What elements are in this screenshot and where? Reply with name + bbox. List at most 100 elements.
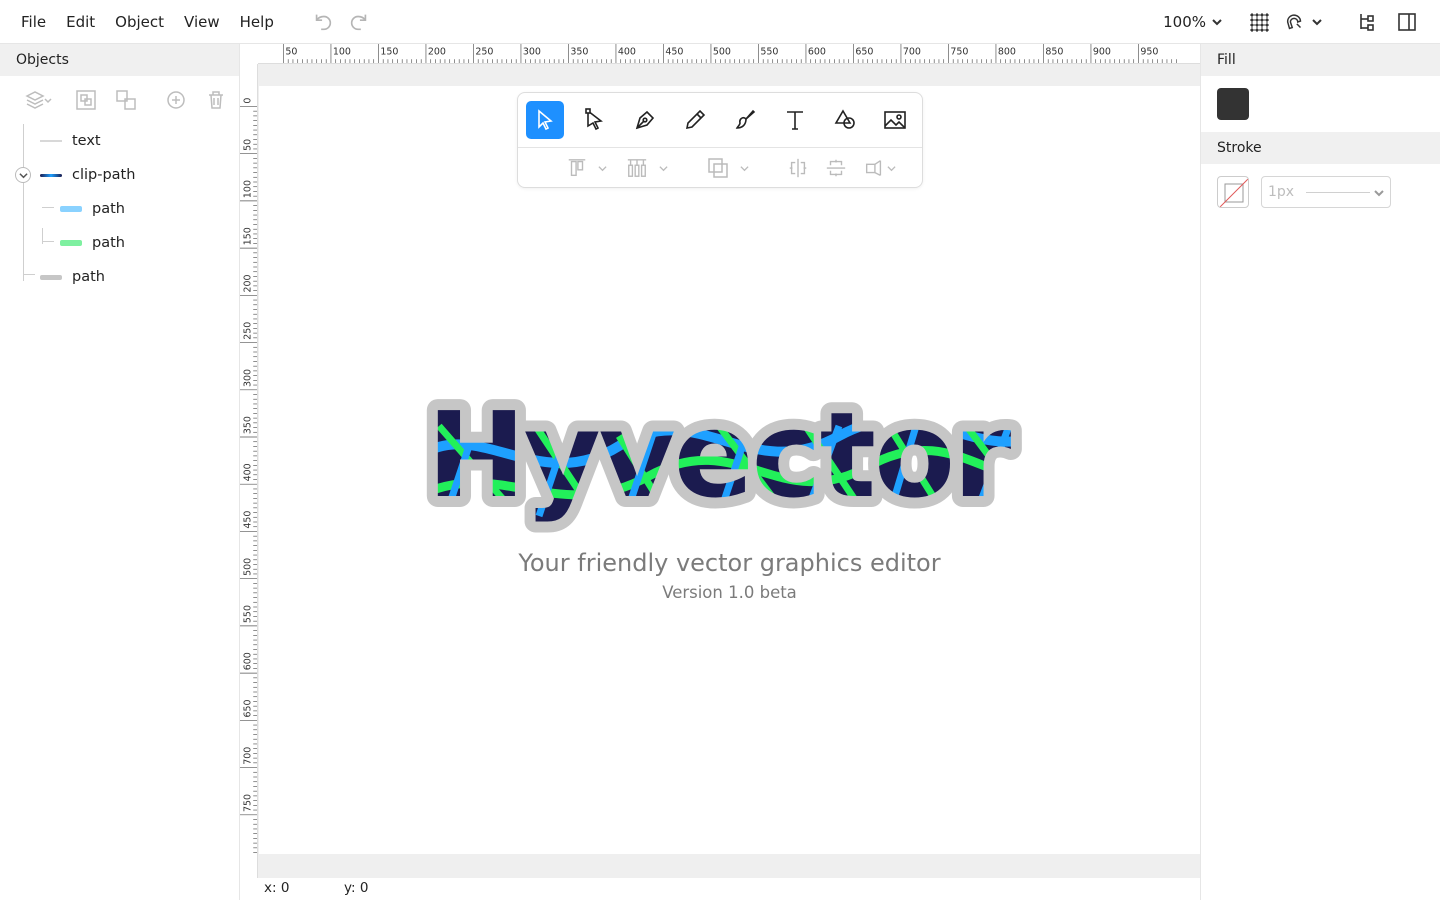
tree-item-path[interactable]: path	[60, 192, 125, 226]
chevron-down-icon[interactable]	[659, 164, 668, 173]
tree-item-path[interactable]: path	[40, 260, 105, 294]
ruler-label: 750	[242, 794, 253, 812]
status-bar: x: 0 y: 0	[240, 878, 1200, 900]
hyvector-logo[interactable]: Hyvector Hyvector	[419, 396, 1059, 536]
fill-color-swatch[interactable]	[1217, 88, 1249, 120]
objects-panel: Objects text clip-path path path path	[0, 44, 240, 900]
ruler-label: 800	[998, 46, 1016, 57]
floating-toolbar	[517, 92, 923, 188]
add-object-icon[interactable]	[164, 88, 188, 112]
transform-icon[interactable]	[863, 157, 885, 179]
pen-tool[interactable]	[626, 101, 664, 139]
ungroup-icon[interactable]	[114, 88, 138, 112]
trash-icon[interactable]	[204, 88, 228, 112]
image-tool[interactable]	[876, 101, 914, 139]
tree-item-text[interactable]: text	[40, 124, 101, 158]
align-top-icon[interactable]	[566, 157, 588, 179]
fill-header: Fill	[1201, 44, 1440, 76]
select-tool[interactable]	[526, 101, 564, 139]
tagline[interactable]: Your friendly vector graphics editor	[259, 549, 1200, 577]
vertical-ruler: 0 50 100 150 200 250 300 350 400 450 500 550 600 650 7…	[240, 64, 258, 878]
layers-icon[interactable]	[18, 88, 52, 112]
path-thumbnail	[40, 274, 62, 280]
chevron-down-icon[interactable]	[740, 164, 749, 173]
menu-help[interactable]: Help	[230, 13, 284, 31]
snap-magnet-icon[interactable]	[1284, 11, 1306, 33]
menu-object[interactable]: Object	[105, 13, 174, 31]
ruler-label: 950	[1140, 46, 1158, 57]
tree-guide-line	[23, 274, 35, 275]
ruler-label: 700	[903, 46, 921, 57]
ruler-label: 550	[760, 46, 778, 57]
tree-item-clip-path[interactable]: clip-path	[40, 158, 135, 192]
ruler-label: 550	[242, 605, 253, 623]
ruler-label: 650	[242, 699, 253, 717]
tree-item-label: text	[72, 133, 101, 149]
chevron-down-icon[interactable]	[1312, 17, 1322, 27]
chevron-down-icon	[1374, 190, 1384, 197]
brush-tool[interactable]	[726, 101, 764, 139]
ruler-label: 700	[242, 747, 253, 765]
ruler-label: 50	[285, 46, 297, 57]
tree-item-path[interactable]: path	[60, 226, 125, 260]
ruler-label: 450	[242, 511, 253, 529]
canvas-page[interactable]: Hyvector Hyvector Your friendly vector g…	[259, 86, 1200, 854]
ruler-label: 200	[428, 46, 446, 57]
drawing-tools	[518, 93, 922, 147]
ruler-label: 400	[618, 46, 636, 57]
tree-item-label: path	[72, 269, 105, 285]
stroke-header: Stroke	[1201, 132, 1440, 164]
path-thumbnail	[60, 240, 82, 246]
zoom-select[interactable]: 100%	[1163, 13, 1222, 31]
ruler-label: 0	[242, 98, 253, 104]
ruler-label: 350	[570, 46, 588, 57]
ruler-label: 200	[242, 274, 253, 292]
objects-panel-title: Objects	[0, 44, 239, 76]
stroke-width-select[interactable]: 1px	[1261, 176, 1391, 208]
chevron-down-icon	[18, 172, 28, 178]
menu-edit[interactable]: Edit	[56, 13, 105, 31]
pencil-tool[interactable]	[676, 101, 714, 139]
node-select-tool[interactable]	[576, 101, 614, 139]
tree-guide-line	[42, 207, 54, 208]
stroke-color-swatch[interactable]	[1217, 176, 1249, 208]
pointer-icon	[538, 109, 553, 131]
text-tool[interactable]	[776, 101, 814, 139]
grid-icon[interactable]	[1248, 11, 1270, 33]
boolean-icon[interactable]	[706, 156, 730, 180]
text-thumbnail	[40, 137, 62, 145]
brush-icon	[735, 109, 756, 129]
chevron-down-icon	[1212, 19, 1222, 26]
chevron-down-icon[interactable]	[887, 164, 896, 173]
flip-horizontal-icon[interactable]	[787, 157, 809, 179]
collapse-toggle[interactable]	[15, 167, 31, 183]
shapes-icon	[834, 109, 855, 129]
menu-view[interactable]: View	[174, 13, 230, 31]
right-panel-toggle-icon[interactable]	[1396, 11, 1418, 33]
canvas-area[interactable]: 50 100 150 200 250 300 350 400 450 500 550 600 650 70…	[240, 44, 1200, 878]
flip-vertical-icon[interactable]	[825, 157, 847, 179]
ruler-label: 150	[380, 46, 398, 57]
distribute-icon[interactable]	[625, 157, 649, 179]
ruler-label: 50	[242, 139, 253, 151]
ruler-label: 250	[242, 322, 253, 340]
chevron-down-icon[interactable]	[598, 164, 607, 173]
ruler-label: 850	[1045, 46, 1063, 57]
alignment-tools	[518, 148, 922, 188]
shapes-tool[interactable]	[826, 101, 864, 139]
group-icon[interactable]	[74, 88, 98, 112]
undo-icon[interactable]	[312, 11, 334, 33]
menu-file[interactable]: File	[0, 13, 56, 31]
stroke-width-value: 1px	[1268, 184, 1295, 200]
menu-bar: File Edit Object View Help 100%	[0, 0, 1440, 44]
ruler-label: 300	[523, 46, 541, 57]
version-label[interactable]: Version 1.0 beta	[259, 583, 1200, 602]
ruler-label: 650	[855, 46, 873, 57]
tree-layout-icon[interactable]	[1356, 11, 1378, 33]
ruler-label: 750	[950, 46, 968, 57]
node-pointer-icon	[585, 108, 603, 131]
zoom-value: 100%	[1163, 13, 1206, 31]
pen-nib-icon	[635, 110, 655, 130]
path-thumbnail	[60, 206, 82, 212]
redo-icon[interactable]	[348, 11, 370, 33]
